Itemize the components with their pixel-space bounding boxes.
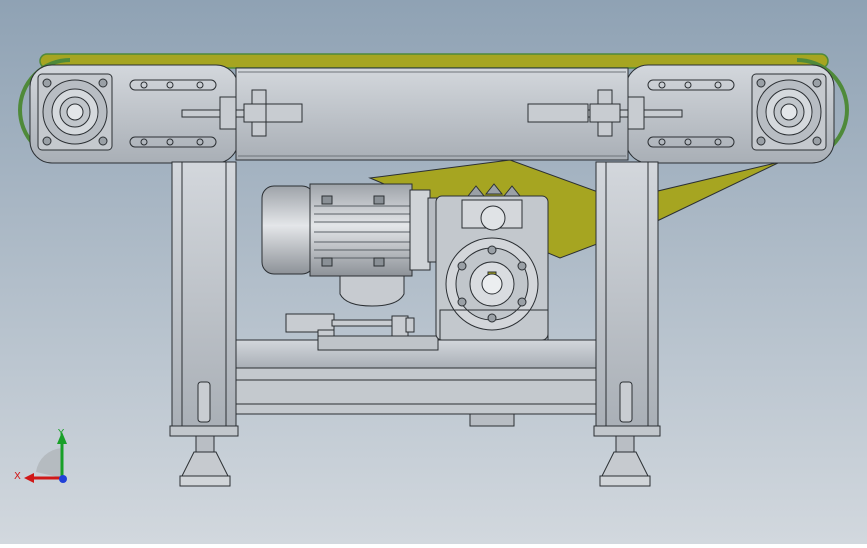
top-frame[interactable] (29, 64, 835, 164)
right-foot-plate (593, 425, 661, 437)
conveyor-assembly-drawing[interactable]: X Y (0, 0, 867, 544)
cad-graphics-viewport[interactable]: X Y (0, 0, 867, 544)
lower-crossbeam[interactable] (235, 339, 597, 427)
motor-fan-cover (261, 185, 315, 275)
x-axis-label: X (14, 471, 21, 482)
motor-terminal-box (339, 275, 405, 307)
left-flange-bearing (37, 73, 113, 151)
motor-flange (409, 189, 431, 271)
left-foot-plate (169, 425, 239, 437)
z-axis-dot (59, 475, 67, 483)
output-shaft-bore (481, 273, 503, 295)
y-axis-label: Y (57, 428, 65, 439)
right-flange-bearing (751, 73, 827, 151)
